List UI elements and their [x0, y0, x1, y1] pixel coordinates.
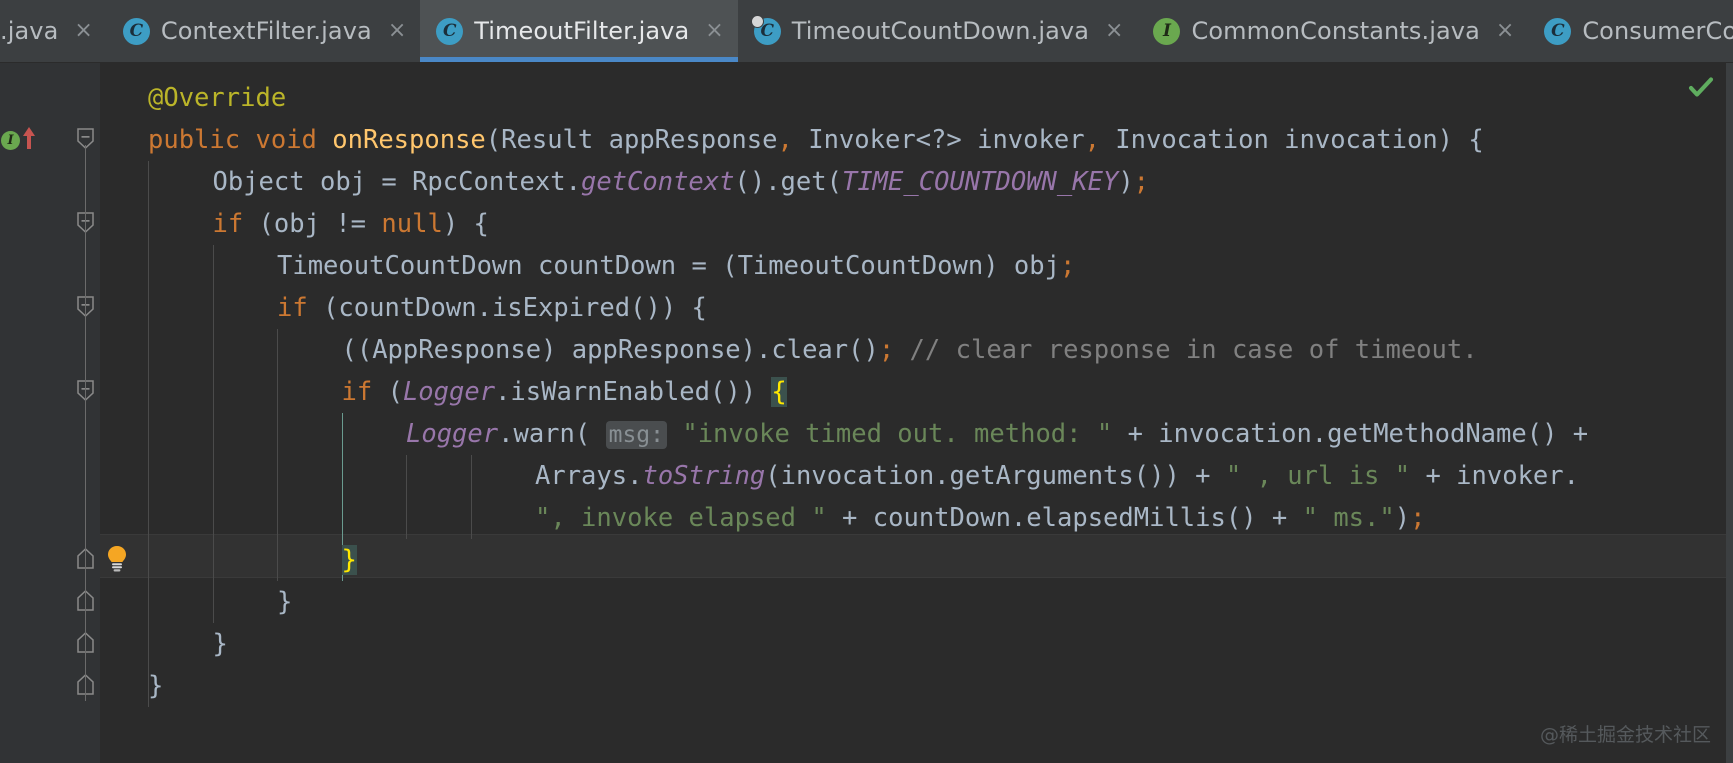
code-token-kw: ;: [879, 335, 894, 365]
modified-indicator-dot: [751, 15, 764, 28]
java-class-icon: C: [1544, 18, 1571, 45]
code-token-id: }: [213, 629, 228, 659]
java-class-icon: C: [123, 18, 150, 45]
code-token-cmt: // clear response in case of timeout.: [894, 335, 1477, 365]
code-token-id: (obj !=: [243, 209, 381, 239]
code-token-id: + invocation.getMethodName() +: [1112, 419, 1588, 449]
code-line[interactable]: }: [148, 665, 163, 707]
code-line[interactable]: public void onResponse(Result appRespons…: [148, 119, 1484, 161]
editor-tab-label: TimeoutFilter.java: [474, 17, 689, 45]
code-line[interactable]: }: [213, 623, 228, 665]
editor-tab-4[interactable]: I CommonConstants.java ×: [1137, 0, 1528, 62]
code-line[interactable]: TimeoutCountDown countDown = (TimeoutCou…: [277, 245, 1075, 287]
code-token-id: Invocation invocation) {: [1100, 125, 1484, 155]
code-token-id: (Result appResponse: [486, 125, 778, 155]
code-token-kw: if: [342, 377, 373, 407]
editor-right-edge: [1726, 63, 1733, 763]
code-line[interactable]: Object obj = RpcContext.getContext().get…: [213, 161, 1150, 203]
code-token-kw: null: [381, 209, 442, 239]
editor-tab-3[interactable]: C TimeoutCountDown.java ×: [738, 0, 1138, 62]
code-editor[interactable]: I @Overridepublic void onResponse(Result…: [0, 63, 1733, 763]
code-token-id: (countDown.isExpired()) {: [308, 293, 707, 323]
code-line[interactable]: }: [342, 539, 357, 581]
java-class-icon: C: [436, 18, 463, 45]
code-token-id: .warn(: [498, 419, 605, 449]
code-line[interactable]: Logger.warn( msg: "invoke timed out. met…: [406, 413, 1588, 455]
code-token-kw: ;: [1060, 251, 1075, 281]
code-token-str: "invoke timed out. method: ": [682, 419, 1112, 449]
code-token-str: " , url is ": [1226, 461, 1410, 491]
tab-close-icon[interactable]: ×: [388, 20, 406, 42]
code-token-stat: TIME_COUNTDOWN_KEY: [842, 167, 1118, 197]
code-line[interactable]: Arrays.toString(invocation.getArguments(…: [535, 455, 1579, 497]
editor-tab-label: CommonConstants.java: [1191, 17, 1479, 45]
code-token-brace-hl: }: [342, 545, 357, 575]
code-line[interactable]: if (countDown.isExpired()) {: [277, 287, 707, 329]
editor-tab-1[interactable]: C ContextFilter.java ×: [107, 0, 420, 62]
editor-tab-label: ConsumerContextFilter.java: [1582, 17, 1733, 45]
tab-close-icon[interactable]: ×: [1105, 20, 1123, 42]
java-class-icon: C: [754, 18, 781, 45]
code-token-kw: if: [213, 209, 244, 239]
code-token-brace-hl: {: [771, 377, 786, 407]
code-token-id: [667, 419, 682, 449]
code-token-str: ", invoke elapsed ": [535, 503, 827, 533]
code-token-param-hint: msg:: [606, 421, 667, 449]
code-line[interactable]: }: [277, 581, 292, 623]
code-token-id: ): [1395, 503, 1410, 533]
code-token-kw: if: [277, 293, 308, 323]
editor-tab-label: ContextFilter.java: [161, 17, 372, 45]
code-token-mth: onResponse: [332, 125, 486, 155]
code-token-kw: ;: [1134, 167, 1149, 197]
code-token-id: ): [1118, 167, 1133, 197]
code-line[interactable]: if (Logger.isWarnEnabled()) {: [342, 371, 787, 413]
code-token-id: (: [372, 377, 403, 407]
code-token-anno: @Override: [148, 83, 286, 113]
code-token-id: TimeoutCountDown countDown = (TimeoutCou…: [277, 251, 1060, 281]
code-token-id: }: [277, 587, 292, 617]
code-line[interactable]: if (obj != null) {: [213, 203, 489, 245]
tab-close-icon[interactable]: ×: [705, 20, 723, 42]
code-token-id: Arrays.: [535, 461, 642, 491]
tab-close-icon[interactable]: ×: [1496, 20, 1514, 42]
editor-tab-label: .java: [0, 17, 58, 45]
code-token-id: .isWarnEnabled()): [495, 377, 771, 407]
code-token-stat: getContext: [581, 167, 735, 197]
code-token-id: [317, 125, 332, 155]
code-token-kw: public: [148, 125, 240, 155]
editor-tab-bar: .java × C ContextFilter.java × C TimeoutFilter…: [0, 0, 1733, 63]
code-token-id: + invoker.: [1410, 461, 1579, 491]
watermark-text: @稀土掘金技术社区: [1540, 720, 1711, 747]
code-line[interactable]: ((AppResponse) appResponse).clear(); // …: [342, 329, 1478, 371]
code-token-id: ((AppResponse) appResponse).clear(): [342, 335, 879, 365]
code-token-id: Object obj = RpcContext.: [213, 167, 581, 197]
code-token-id: Invoker<?> invoker: [793, 125, 1085, 155]
code-token-id: (invocation.getArguments()) +: [765, 461, 1226, 491]
code-token-id: [240, 125, 255, 155]
code-token-stat: toString: [642, 461, 765, 491]
code-token-kw: ;: [1410, 503, 1425, 533]
inspection-ok-checkmark-icon[interactable]: [1687, 73, 1715, 101]
editor-tab-0[interactable]: .java ×: [0, 0, 107, 62]
code-token-stat: Logger: [406, 419, 498, 449]
code-line[interactable]: @Override: [148, 77, 286, 119]
code-token-kw: void: [255, 125, 316, 155]
code-line[interactable]: ", invoke elapsed " + countDown.elapsedM…: [535, 497, 1425, 539]
code-token-id: + countDown.elapsedMillis() +: [827, 503, 1303, 533]
code-token-kw: ,: [1085, 125, 1100, 155]
code-token-id: ) {: [443, 209, 489, 239]
code-content[interactable]: @Override public void onResponse(Result a…: [0, 63, 1733, 763]
code-token-str: " ms.": [1303, 503, 1395, 533]
java-interface-icon: I: [1153, 18, 1180, 45]
code-token-id: }: [148, 671, 163, 701]
code-token-kw: ,: [778, 125, 793, 155]
editor-tab-5[interactable]: CConsumerContextFilter.java×: [1528, 0, 1733, 62]
editor-tab-2[interactable]: C TimeoutFilter.java ×: [420, 0, 737, 62]
editor-tab-label: TimeoutCountDown.java: [792, 17, 1089, 45]
tab-close-icon[interactable]: ×: [74, 20, 92, 42]
code-token-id: ().get(: [735, 167, 842, 197]
code-token-stat: Logger: [403, 377, 495, 407]
